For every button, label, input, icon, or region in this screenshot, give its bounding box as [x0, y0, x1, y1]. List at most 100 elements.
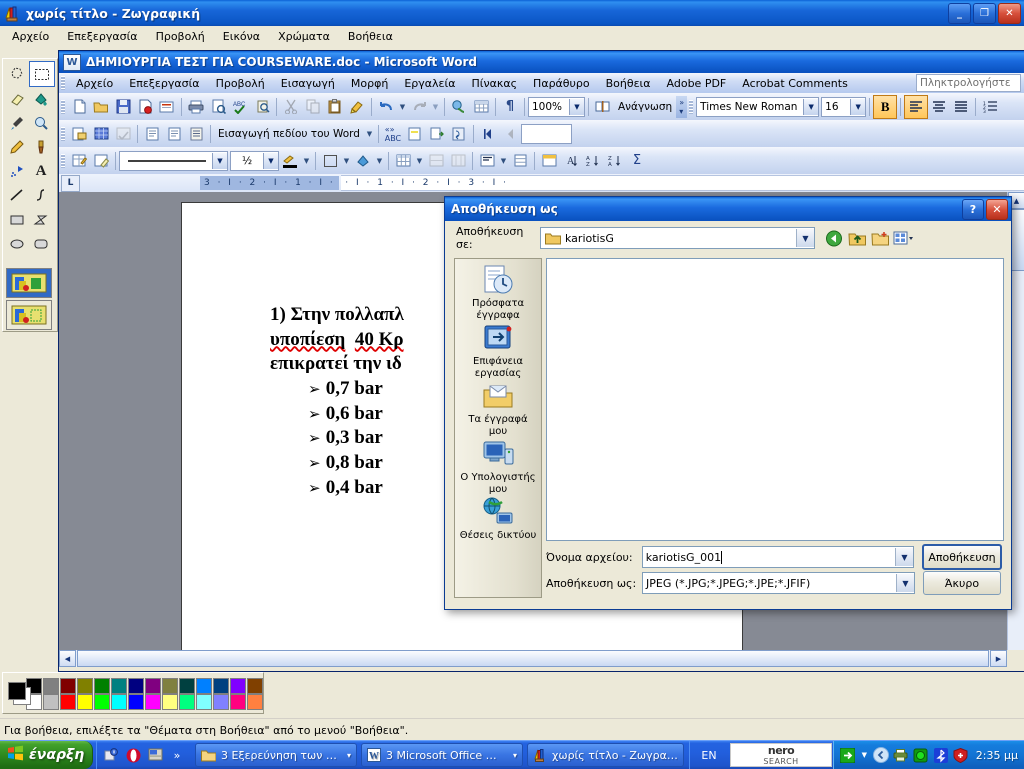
color-swatch[interactable]: [213, 693, 229, 710]
color-swatch[interactable]: [162, 693, 178, 710]
print-icon[interactable]: [185, 96, 207, 118]
place-my-computer[interactable]: Ο Υπολογιστής μου: [456, 439, 540, 495]
back-icon[interactable]: [823, 227, 846, 249]
paint-menu-voitheia[interactable]: Βοήθεια: [339, 28, 402, 45]
place-my-network-places[interactable]: Θέσεις δικτύου: [456, 497, 540, 542]
scroll-left-button[interactable]: ◀: [59, 650, 76, 667]
curve-icon[interactable]: [29, 183, 53, 207]
chevron-down-icon[interactable]: ▼: [301, 150, 312, 172]
mailmerge-recipients-icon[interactable]: [112, 123, 134, 145]
current-colors-indicator[interactable]: [5, 678, 31, 709]
mailmerge-toolbar-gripper[interactable]: [61, 126, 65, 141]
opera-icon[interactable]: [124, 746, 142, 764]
bold-button[interactable]: B: [873, 94, 898, 119]
standard-toolbar-gripper[interactable]: [61, 99, 65, 114]
merge-cells-icon[interactable]: [425, 150, 447, 172]
antivirus-icon[interactable]: [913, 747, 929, 763]
fill-with-color-icon[interactable]: [29, 87, 53, 111]
chevron-down-icon[interactable]: ▼: [341, 150, 352, 172]
restore-button[interactable]: ❐: [973, 2, 996, 24]
chevron-down-icon[interactable]: ▼: [498, 150, 509, 172]
justify-icon[interactable]: [950, 96, 972, 118]
chevron-down-icon[interactable]: ▼: [896, 574, 914, 592]
print-preview-icon[interactable]: [207, 96, 229, 118]
color-swatch[interactable]: [247, 677, 263, 694]
align-top-left-cell-icon[interactable]: [476, 150, 498, 172]
open-icon[interactable]: [90, 96, 112, 118]
horizontal-scroll-thumb[interactable]: [77, 650, 989, 667]
magnifier-icon[interactable]: [29, 111, 53, 135]
rounded-rectangle-icon[interactable]: [29, 231, 53, 255]
autosum-icon[interactable]: Σ: [626, 150, 648, 172]
show-formatting-marks-icon[interactable]: ¶: [499, 96, 521, 118]
text-icon[interactable]: A: [29, 159, 53, 183]
color-swatch[interactable]: [247, 693, 263, 710]
tab-selector-icon[interactable]: L: [61, 174, 80, 192]
color-swatch[interactable]: [60, 693, 76, 710]
chevron-down-icon[interactable]: ▼: [860, 747, 869, 763]
taskbar-task-button[interactable]: χωρίς τίτλο - Ζωγραφ…: [527, 743, 684, 767]
paint-menu-xromata[interactable]: Χρώματα: [269, 28, 339, 45]
rectangle-icon[interactable]: [5, 207, 29, 231]
previous-record-icon[interactable]: [499, 123, 521, 145]
word-horizontal-ruler[interactable]: L 3 · I · 2 · I · 1 · I · · I · 1 · I · …: [59, 174, 1024, 193]
place-my-documents[interactable]: Τα έγγραφά μου: [456, 381, 540, 437]
word-menu-eisagogi[interactable]: Εισαγωγή: [273, 75, 343, 92]
split-cells-icon[interactable]: [447, 150, 469, 172]
selection-transparent-option[interactable]: [6, 300, 52, 330]
close-button[interactable]: ✕: [998, 2, 1021, 24]
save-button[interactable]: Αποθήκευση: [922, 544, 1002, 570]
color-swatch[interactable]: [145, 693, 161, 710]
toolbar-options-icon[interactable]: » ▾: [676, 95, 688, 118]
color-swatch[interactable]: [111, 677, 127, 694]
chevron-down-icon[interactable]: ▼: [796, 229, 814, 247]
spelling-check-icon[interactable]: ABC: [229, 96, 251, 118]
font-name-combo[interactable]: Times New Roman ▼: [696, 96, 820, 117]
table-autoformat-icon[interactable]: [538, 150, 560, 172]
reading-layout-label[interactable]: Ανάγνωση: [614, 101, 676, 113]
color-swatch[interactable]: [230, 677, 246, 694]
place-recent-documents[interactable]: Πρόσφατα έγγραφα: [456, 265, 540, 321]
hide-icons-icon[interactable]: [872, 747, 889, 763]
rectangular-select-icon[interactable]: [29, 61, 55, 87]
free-form-select-icon[interactable]: [5, 61, 29, 85]
up-one-level-icon[interactable]: [846, 227, 869, 249]
color-swatch[interactable]: [179, 693, 195, 710]
word-menu-provoli[interactable]: Προβολή: [208, 75, 273, 92]
paint-menu-epexergasia[interactable]: Επεξεργασία: [58, 28, 146, 45]
save-in-combo[interactable]: kariotisG ▼: [540, 227, 815, 249]
insert-table-icon[interactable]: [470, 96, 492, 118]
word-menu-voitheia[interactable]: Βοήθεια: [598, 75, 659, 92]
color-swatch[interactable]: [111, 693, 127, 710]
align-left-icon[interactable]: [904, 94, 929, 119]
formatting-toolbar-gripper[interactable]: [689, 99, 694, 114]
file-list[interactable]: [546, 258, 1004, 541]
airbrush-icon[interactable]: [5, 159, 29, 183]
color-swatch[interactable]: [196, 677, 212, 694]
go-arrow-icon[interactable]: [840, 747, 856, 763]
view-merged-data-icon[interactable]: «» ABC: [382, 123, 404, 145]
color-swatch[interactable]: [60, 677, 76, 694]
printer-icon[interactable]: [893, 747, 909, 763]
save-as-type-combo[interactable]: JPEG (*.JPG;*.JPEG;*.JPE;*.JFIF) ▼: [642, 572, 915, 594]
color-swatch[interactable]: [128, 693, 144, 710]
ellipse-icon[interactable]: [5, 231, 29, 255]
insert-greeting-line-icon[interactable]: [163, 123, 185, 145]
scroll-right-button[interactable]: ▶: [990, 650, 1007, 667]
color-swatch[interactable]: [162, 677, 178, 694]
cut-icon[interactable]: [280, 96, 302, 118]
chevron-double-right-icon[interactable]: »: [168, 746, 186, 764]
color-swatch[interactable]: [179, 677, 195, 694]
start-button[interactable]: έναρξη: [0, 741, 93, 769]
word-menu-acrobat-comments[interactable]: Acrobat Comments: [734, 75, 856, 92]
insert-table-dropdown-icon[interactable]: [392, 150, 414, 172]
ask-a-question-input[interactable]: Πληκτρολογήστε: [916, 74, 1021, 92]
chevron-down-icon[interactable]: ▼: [414, 150, 425, 172]
word-menu-ergaleia[interactable]: Εργαλεία: [396, 75, 463, 92]
border-color-icon[interactable]: [279, 150, 301, 172]
color-swatch[interactable]: [94, 693, 110, 710]
color-swatch[interactable]: [77, 693, 93, 710]
document-horizontal-scrollbar[interactable]: ◀ ▶: [59, 650, 1007, 667]
security-center-icon[interactable]: [102, 746, 120, 764]
format-painter-icon[interactable]: [346, 96, 368, 118]
